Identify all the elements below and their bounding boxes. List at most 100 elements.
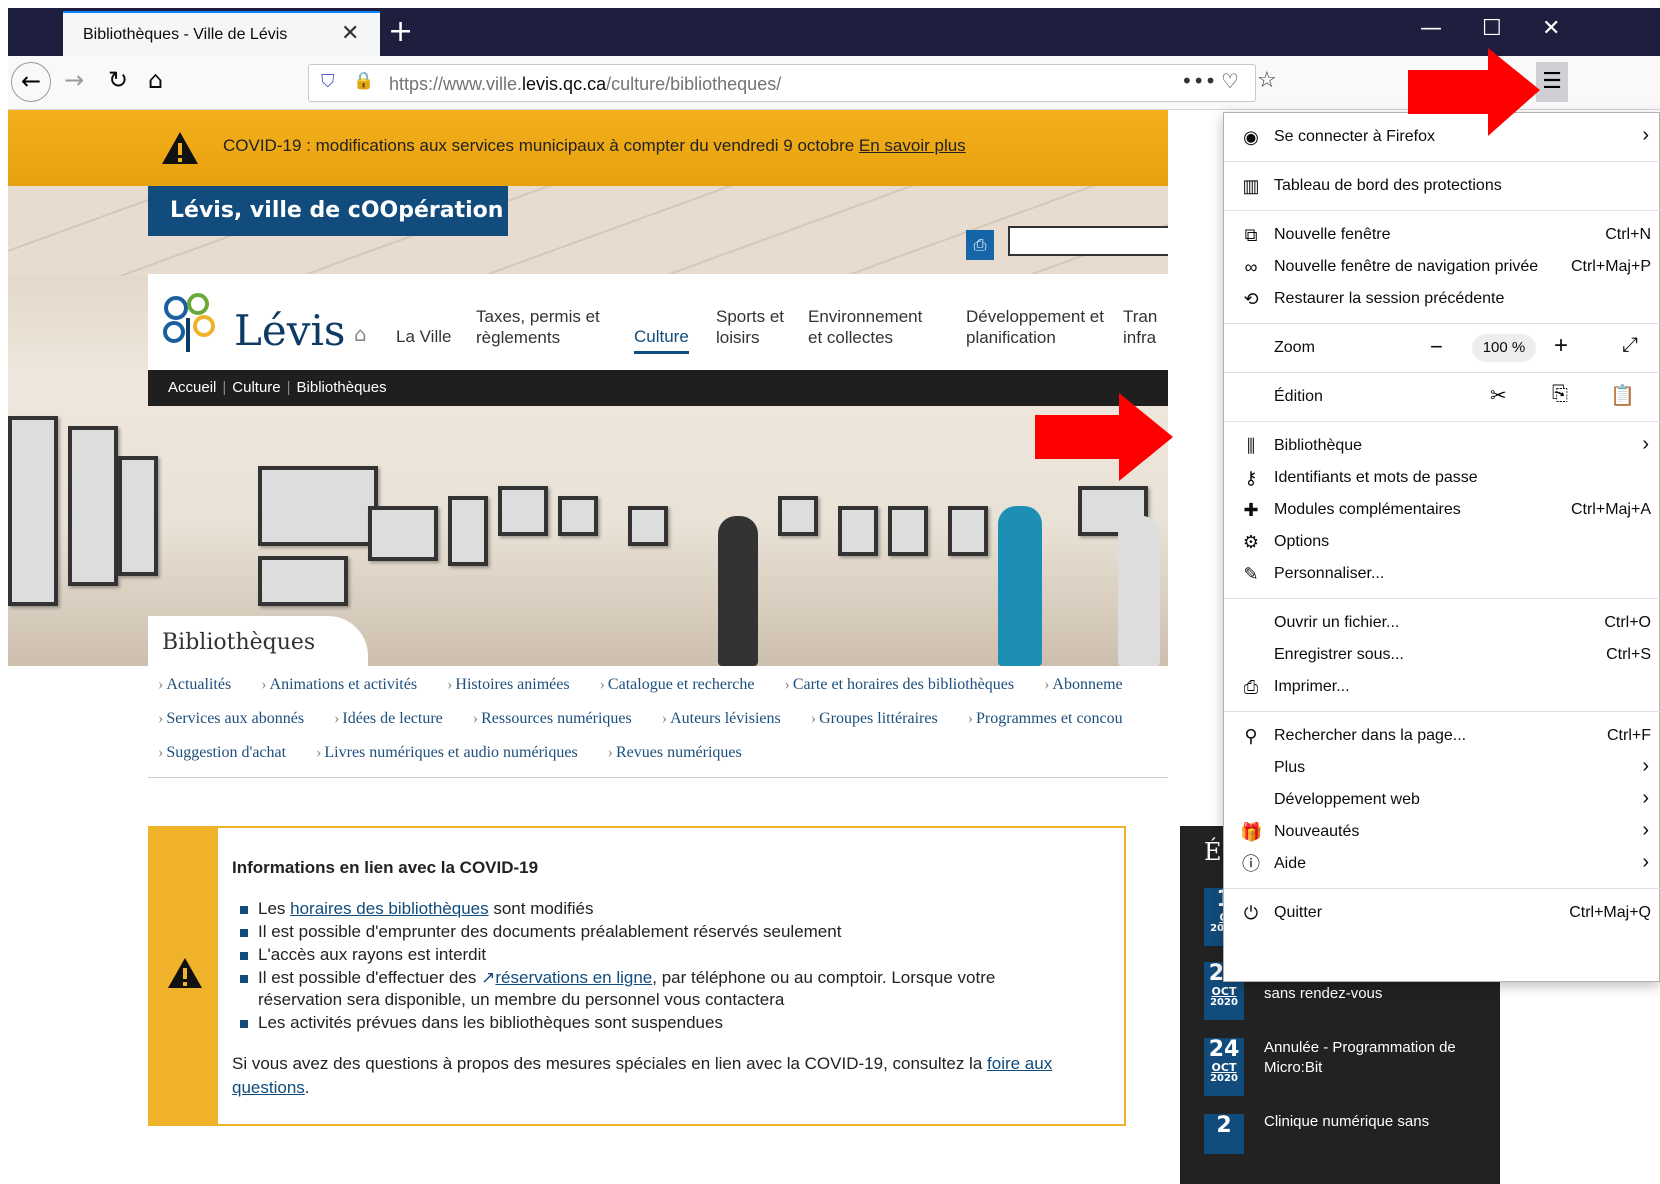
minimize-icon[interactable]: —	[1420, 16, 1442, 41]
menu-item-library[interactable]: ⫼ Bibliothèque ›	[1224, 430, 1660, 462]
lock-icon[interactable]: 🔒	[353, 71, 374, 91]
menu-la-ville[interactable]: La Ville	[396, 326, 451, 347]
breadcrumb-accueil[interactable]: Accueil	[168, 379, 216, 396]
menu-item-addons[interactable]: ✚ Modules complémentaires Ctrl+Maj+A	[1224, 494, 1660, 526]
menu-item-label: Développement web	[1274, 791, 1420, 808]
home-icon[interactable]: ⌂	[148, 66, 163, 94]
menu-item-new-window[interactable]: ⧉ Nouvelle fenêtre Ctrl+N	[1224, 219, 1660, 251]
menu-item-restore-session[interactable]: ⟲ Restaurer la session précédente	[1224, 283, 1660, 315]
menu-sports[interactable]: Sports et loisirs	[716, 306, 792, 348]
event-date[interactable]: 24 OCT 2020	[1204, 1038, 1244, 1096]
pocket-icon[interactable]: ♡	[1221, 69, 1239, 93]
event-day: 2	[1216, 1113, 1232, 1138]
zoom-out-button[interactable]: −	[1430, 334, 1443, 360]
covid-banner-link[interactable]: En savoir plus	[859, 136, 966, 155]
menu-separator	[1224, 598, 1660, 599]
url-text[interactable]: https://www.ville.levis.qc.ca/culture/bi…	[389, 74, 781, 95]
shield-icon[interactable]: ⛉	[321, 71, 335, 92]
menu-environnement[interactable]: Environnement et collectes	[808, 306, 938, 348]
menu-transport[interactable]: Tran infra	[1123, 306, 1163, 348]
menu-item-label: Zoom	[1274, 339, 1315, 356]
subnav-link[interactable]: Ressources numériques	[473, 710, 632, 727]
subnav-link[interactable]: Livres numériques et audio numériques	[316, 744, 578, 761]
new-tab-button[interactable]: +	[388, 14, 413, 49]
menu-item-save-as[interactable]: Enregistrer sous... Ctrl+S	[1224, 639, 1660, 671]
artwork	[8, 416, 58, 606]
subnav-link[interactable]: Idées de lecture	[334, 710, 443, 727]
info-item: Les activités prévues dans les bibliothè…	[240, 1012, 1080, 1034]
printer-icon: ⎙	[1243, 677, 1259, 697]
subnav-link[interactable]: Actualités	[158, 676, 231, 693]
subnav-link[interactable]: Revues numériques	[608, 744, 742, 761]
menu-item-protections[interactable]: ▥ Tableau de bord des protections	[1224, 170, 1660, 202]
menu-item-print[interactable]: ⎙ Imprimer...	[1224, 671, 1660, 703]
cut-icon[interactable]: ✂	[1490, 383, 1507, 408]
reload-icon[interactable]: ↻	[108, 66, 128, 94]
event-day: 24	[1208, 1037, 1240, 1062]
subnav-link[interactable]: Groupes littéraires	[811, 710, 938, 727]
subnav-link[interactable]: Suggestion d'achat	[158, 744, 286, 761]
forward-arrow-icon[interactable]: →	[64, 66, 84, 94]
menu-item-find[interactable]: ⚲ Rechercher dans la page... Ctrl+F	[1224, 720, 1660, 752]
menu-item-quit[interactable]: ⏻ Quitter Ctrl+Maj+Q	[1224, 897, 1660, 929]
site-search-input[interactable]	[1008, 226, 1168, 256]
chevron-right-icon: ›	[1642, 787, 1649, 809]
zoom-reset-button[interactable]: 100 %	[1472, 334, 1536, 362]
menu-item-help[interactable]: ⓘ Aide ›	[1224, 848, 1660, 880]
warning-icon	[162, 132, 198, 164]
levis-logo[interactable]: Lévis	[158, 288, 358, 358]
menu-home-icon[interactable]: ⌂	[354, 322, 367, 346]
subnav-link[interactable]: Services aux abonnés	[158, 710, 304, 727]
paintbrush-icon: ✎	[1243, 564, 1259, 584]
menu-item-options[interactable]: ⚙ Options	[1224, 526, 1660, 558]
back-arrow-icon[interactable]: ←	[11, 62, 51, 102]
fullscreen-icon[interactable]: ⤢	[1622, 334, 1638, 357]
breadcrumb-culture[interactable]: Culture	[232, 379, 280, 396]
menu-item-label: Imprimer...	[1274, 678, 1350, 695]
subnav-link[interactable]: Abonneme	[1044, 676, 1123, 693]
zoom-in-button[interactable]: +	[1554, 332, 1568, 360]
tab-close-icon[interactable]: ✕	[341, 21, 359, 46]
maximize-icon[interactable]: ☐	[1482, 16, 1502, 41]
chevron-right-icon: ›	[1642, 124, 1649, 146]
breadcrumb-bibliotheques[interactable]: Bibliothèques	[297, 379, 387, 396]
artwork	[498, 486, 548, 536]
hours-link[interactable]: horaires des bibliothèques	[290, 899, 488, 918]
subnav-link[interactable]: Carte et horaires des bibliothèques	[785, 676, 1015, 693]
menu-taxes[interactable]: Taxes, permis et règlements	[476, 306, 616, 348]
shortcut-label: Ctrl+N	[1605, 226, 1651, 243]
reservation-link[interactable]: réservations en ligne	[495, 968, 652, 987]
event-date[interactable]: 2	[1204, 1114, 1244, 1154]
page-actions-icon[interactable]: •••	[1181, 69, 1216, 93]
menu-item-whats-new[interactable]: 🎁 Nouveautés ›	[1224, 816, 1660, 848]
menu-culture[interactable]: Culture	[634, 326, 689, 354]
menu-item-logins[interactable]: ⚷ Identifiants et mots de passe	[1224, 462, 1660, 494]
menu-item-label: Édition	[1274, 388, 1323, 405]
subnav-link[interactable]: Animations et activités	[261, 676, 417, 693]
menu-developpement[interactable]: Développement et planification	[966, 306, 1106, 348]
browser-tab[interactable]: Bibliothèques - Ville de Lévis ✕	[63, 11, 380, 56]
subnav-link[interactable]: Programmes et concou	[968, 710, 1123, 727]
shortcut-label: Ctrl+O	[1604, 614, 1651, 631]
print-icon[interactable]: ⎙	[966, 230, 994, 260]
menu-item-more[interactable]: Plus ›	[1224, 752, 1660, 784]
url-bar[interactable]: ⛉ 🔒 https://www.ville.levis.qc.ca/cultur…	[308, 64, 1277, 102]
shortcut-label: Ctrl+Maj+Q	[1569, 904, 1651, 921]
menu-item-customize[interactable]: ✎ Personnaliser...	[1224, 558, 1660, 590]
artwork	[68, 426, 118, 586]
red-arrow-annotation-library	[1035, 393, 1173, 481]
menu-item-web-dev[interactable]: Développement web ›	[1224, 784, 1660, 816]
subnav-link[interactable]: Catalogue et recherche	[600, 676, 755, 693]
event-title[interactable]: Annulée - Programmation de Micro:Bit	[1264, 1038, 1474, 1078]
close-window-icon[interactable]: ✕	[1542, 16, 1560, 41]
paste-icon[interactable]: 📋	[1610, 383, 1635, 408]
menu-item-private-window[interactable]: ∞ Nouvelle fenêtre de navigation privée Ct…	[1224, 251, 1660, 283]
covid-banner-text: COVID-19 : modifications aux services mu…	[223, 136, 966, 156]
menu-item-open-file[interactable]: Ouvrir un fichier... Ctrl+O	[1224, 607, 1660, 639]
bookmark-star-icon[interactable]: ☆	[1257, 68, 1277, 93]
subnav-link[interactable]: Histoires animées	[447, 676, 570, 693]
key-icon: ⚷	[1244, 468, 1258, 488]
subnav-link[interactable]: Auteurs lévisiens	[662, 710, 781, 727]
event-title[interactable]: Clinique numérique sans	[1264, 1112, 1474, 1132]
copy-icon[interactable]: ⎘	[1552, 383, 1568, 406]
